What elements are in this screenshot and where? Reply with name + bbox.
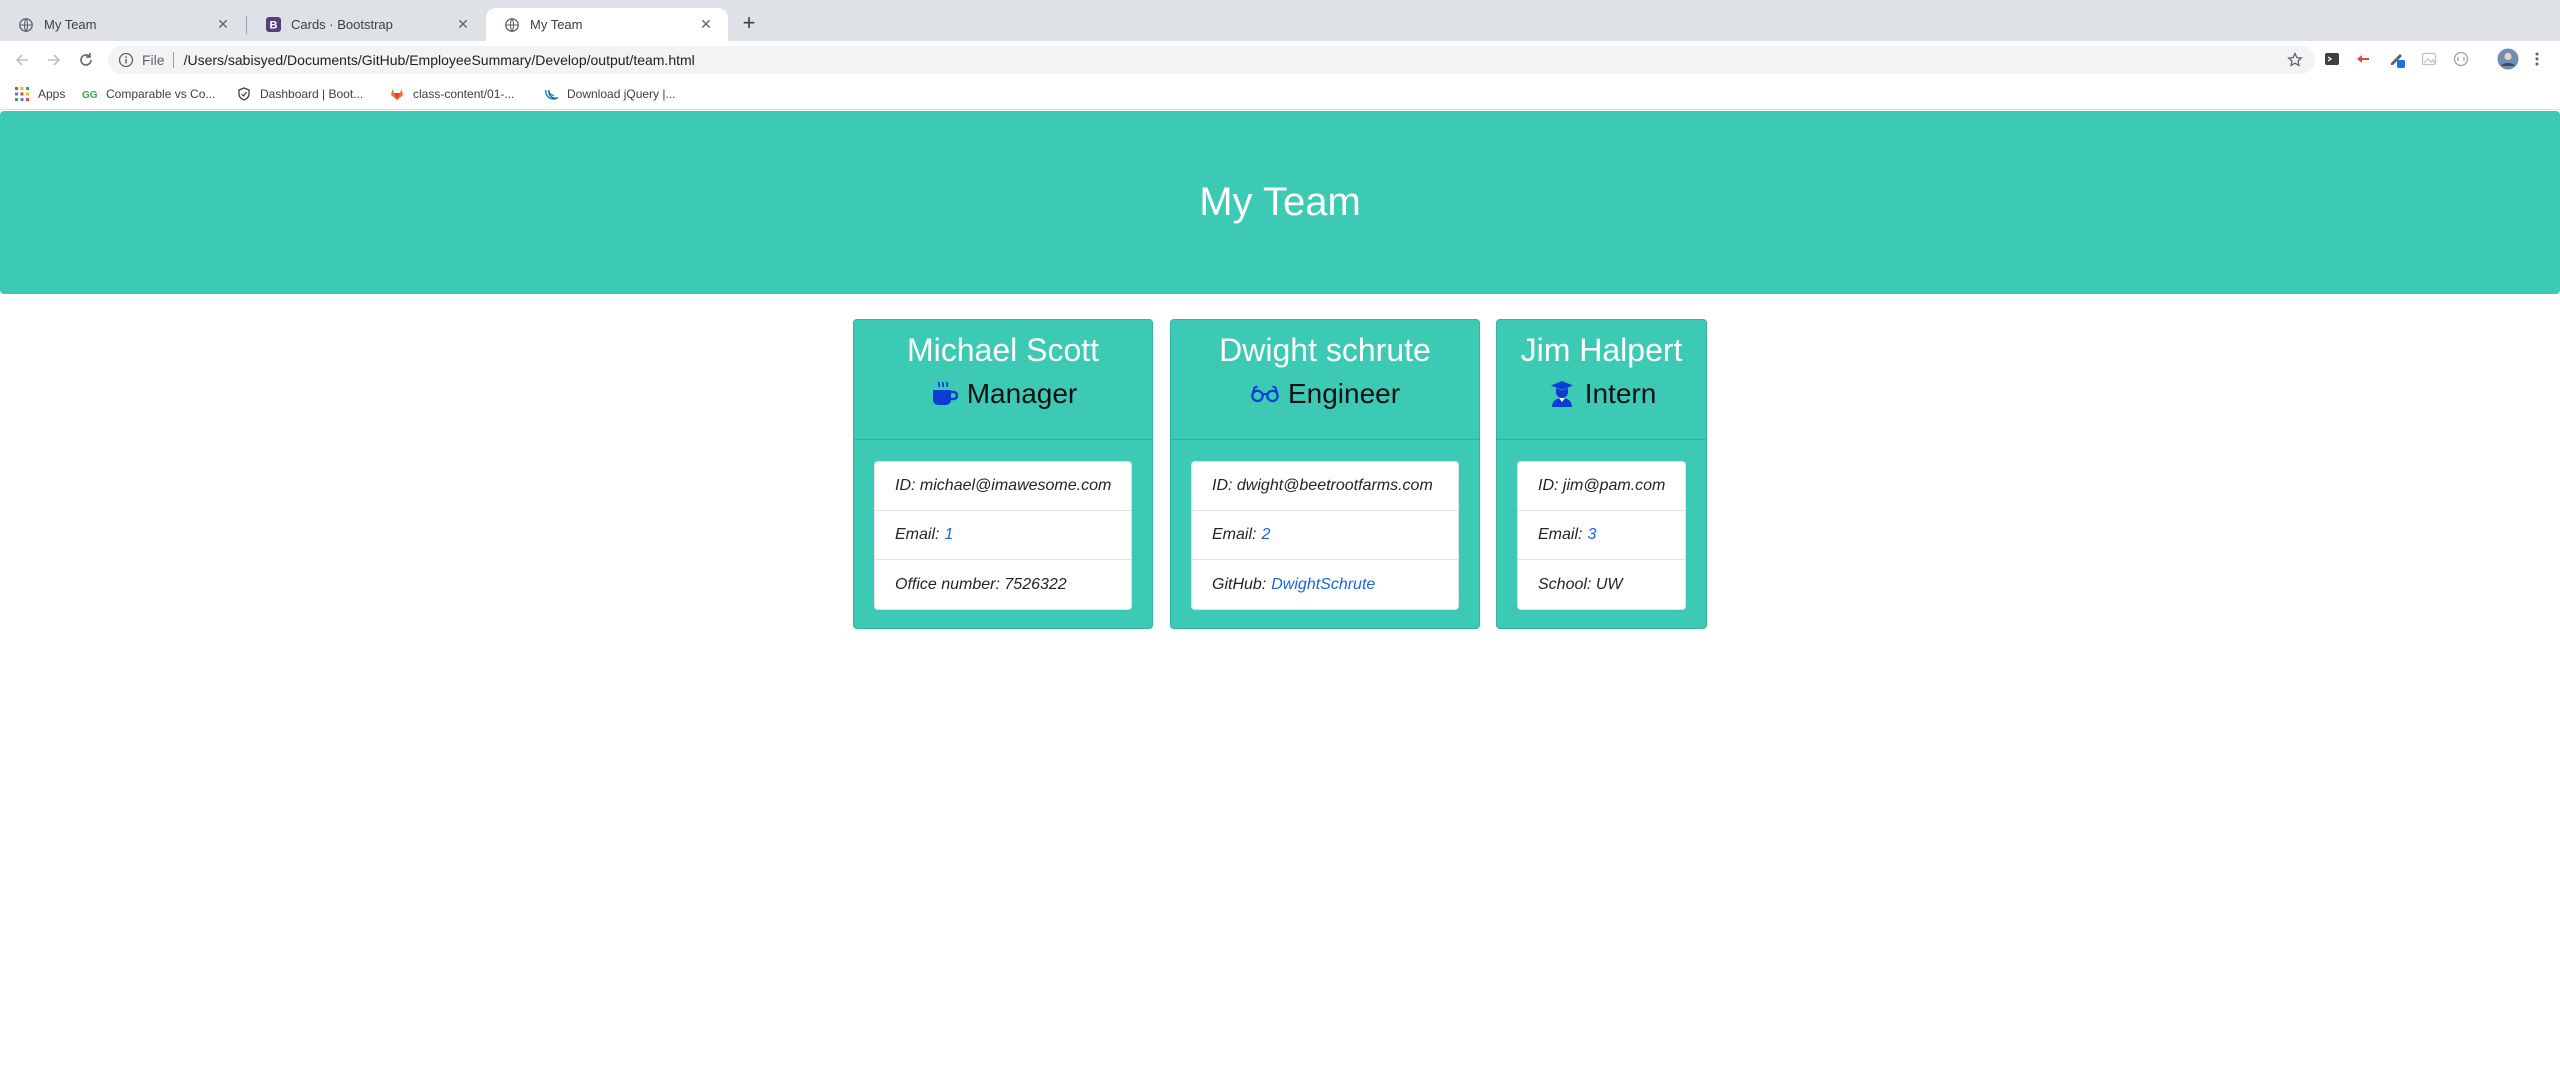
circle-extension-icon[interactable]	[2452, 50, 2470, 68]
email-label: Email:	[1212, 526, 1257, 543]
site-icon: GG	[82, 86, 98, 102]
glasses-icon	[1250, 380, 1280, 408]
card-header: Jim Halpert Intern	[1497, 320, 1706, 440]
bookmark-class-content[interactable]: class-content/01-...	[389, 85, 514, 103]
coffee-mug-icon	[929, 380, 959, 408]
forward-arrow-icon[interactable]	[43, 49, 65, 71]
bookmarks-bar: Apps GG Comparable vs Co... Dashboard | …	[0, 78, 2560, 110]
close-icon[interactable]: ✕	[215, 16, 231, 33]
back-arrow-icon[interactable]	[11, 49, 33, 71]
email-label: Email:	[1538, 526, 1583, 543]
employee-role: Engineer	[1171, 380, 1479, 408]
github-link[interactable]: DwightSchrute	[1271, 576, 1375, 594]
info-icon[interactable]	[118, 52, 134, 68]
bookmark-label: Comparable vs Co...	[106, 87, 216, 101]
employee-name: Michael Scott	[906, 332, 1100, 368]
tab-title: My Team	[44, 17, 97, 32]
list-item-github: GitHub: DwightSchrute	[1192, 560, 1458, 609]
tab-title: My Team	[530, 17, 583, 32]
close-icon[interactable]: ✕	[455, 16, 471, 33]
employee-details: ID: jim@pam.com Email: 3 School: UW	[1517, 461, 1686, 610]
list-item-email: Email: 1	[875, 511, 1131, 560]
office-value: 7526322	[1004, 575, 1067, 593]
bookmark-label: Download jQuery |...	[567, 87, 676, 101]
url-scheme: File	[142, 52, 165, 68]
email-link[interactable]: 3	[1587, 526, 1596, 544]
apps-grid-icon	[14, 86, 30, 102]
list-item-id: ID: michael@imawesome.com	[875, 462, 1131, 511]
jquery-icon	[543, 86, 559, 102]
id-value: dwight@beetrootfarms.com	[1236, 477, 1433, 494]
globe-icon	[504, 17, 520, 33]
tab-my-team-active[interactable]: My Team ✕	[486, 8, 728, 41]
card-header: Michael Scott Manager	[854, 320, 1152, 440]
tab-strip: My Team ✕ B Cards · Bootstrap ✕ My Team …	[0, 0, 2560, 41]
github-label: GitHub:	[1212, 575, 1267, 593]
id-label: ID:	[895, 477, 916, 494]
tab-title: Cards · Bootstrap	[291, 17, 393, 32]
card-header: Dwight schrute Engineer	[1171, 320, 1479, 440]
close-icon[interactable]: ✕	[698, 16, 714, 33]
gitlab-icon	[389, 86, 405, 102]
url-text[interactable]: /Users/sabisyed/Documents/GitHub/Employe…	[184, 52, 695, 68]
list-item-office: Office number: 7526322	[875, 560, 1131, 609]
pen-extension-icon[interactable]	[2388, 50, 2406, 68]
bookmark-apps[interactable]: Apps	[14, 85, 65, 103]
role-label: Intern	[1584, 378, 1657, 409]
id-label: ID:	[1538, 477, 1559, 494]
employee-card-manager: Michael Scott Manager ID: michael@imawes…	[853, 319, 1153, 629]
bookmark-label: Apps	[38, 87, 66, 101]
team-header: My Team	[0, 111, 2560, 294]
employee-role: Intern	[1497, 380, 1706, 408]
browser-toolbar: File /Users/sabisyed/Documents/GitHub/Em…	[0, 41, 2560, 78]
employee-details: ID: dwight@beetrootfarms.com Email: 2 Git…	[1191, 461, 1459, 610]
bookmark-comparable[interactable]: GG Comparable vs Co...	[82, 85, 215, 103]
tab-cards-bootstrap[interactable]: B Cards · Bootstrap ✕	[247, 8, 485, 41]
graduate-icon	[1547, 380, 1577, 408]
role-label: Manager	[966, 378, 1078, 409]
list-item-email: Email: 2	[1192, 511, 1458, 560]
bookmark-label: class-content/01-...	[413, 87, 515, 101]
svg-text:B: B	[269, 20, 277, 32]
school-label: School:	[1538, 575, 1592, 593]
school-value: UW	[1595, 575, 1623, 593]
reload-icon[interactable]	[75, 49, 97, 71]
id-label: ID:	[1212, 477, 1233, 494]
list-item-email: Email: 3	[1518, 511, 1685, 560]
list-item-id: ID: jim@pam.com	[1518, 462, 1685, 511]
office-label: Office number:	[895, 575, 1000, 593]
bookmark-dashboard[interactable]: Dashboard | Boot...	[236, 85, 363, 103]
bookmark-label: Dashboard | Boot...	[260, 87, 364, 101]
bootstrap-icon: B	[265, 17, 281, 33]
svg-text:GG: GG	[82, 90, 98, 100]
id-value: michael@imawesome.com	[919, 477, 1112, 494]
email-link[interactable]: 1	[944, 526, 953, 544]
page-title: My Team	[1199, 180, 1361, 224]
image-extension-icon[interactable]	[2420, 50, 2438, 68]
email-label: Email:	[895, 526, 940, 543]
shield-icon	[236, 86, 252, 102]
globe-icon	[18, 17, 34, 33]
id-value: jim@pam.com	[1562, 477, 1666, 494]
employee-name: Dwight schrute	[1219, 332, 1431, 368]
new-tab-icon[interactable]: +	[738, 12, 760, 34]
omnibox-divider	[172, 52, 174, 68]
employee-role: Manager	[854, 380, 1152, 408]
tab-my-team-1[interactable]: My Team ✕	[0, 8, 245, 41]
employee-card-intern: Jim Halpert Intern ID: jim@pam.com Email…	[1496, 319, 1707, 629]
avatar[interactable]	[2497, 48, 2519, 70]
employee-name: Jim Halpert	[1520, 332, 1683, 368]
bookmark-star-icon[interactable]	[2287, 51, 2303, 68]
terminal-extension-icon[interactable]	[2323, 50, 2341, 68]
red-extension-icon[interactable]	[2354, 50, 2372, 68]
role-label: Engineer	[1287, 378, 1401, 409]
menu-dots-icon[interactable]	[2528, 50, 2546, 68]
employee-details: ID: michael@imawesome.com Email: 1 Office…	[874, 461, 1132, 610]
address-bar[interactable]: File /Users/sabisyed/Documents/GitHub/Em…	[108, 46, 2315, 74]
email-link[interactable]: 2	[1261, 526, 1270, 544]
list-item-id: ID: dwight@beetrootfarms.com	[1192, 462, 1458, 511]
bookmark-jquery[interactable]: Download jQuery |...	[543, 85, 676, 103]
list-item-school: School: UW	[1518, 560, 1685, 609]
employee-card-engineer: Dwight schrute Engineer ID: dwight@beetr…	[1170, 319, 1480, 629]
